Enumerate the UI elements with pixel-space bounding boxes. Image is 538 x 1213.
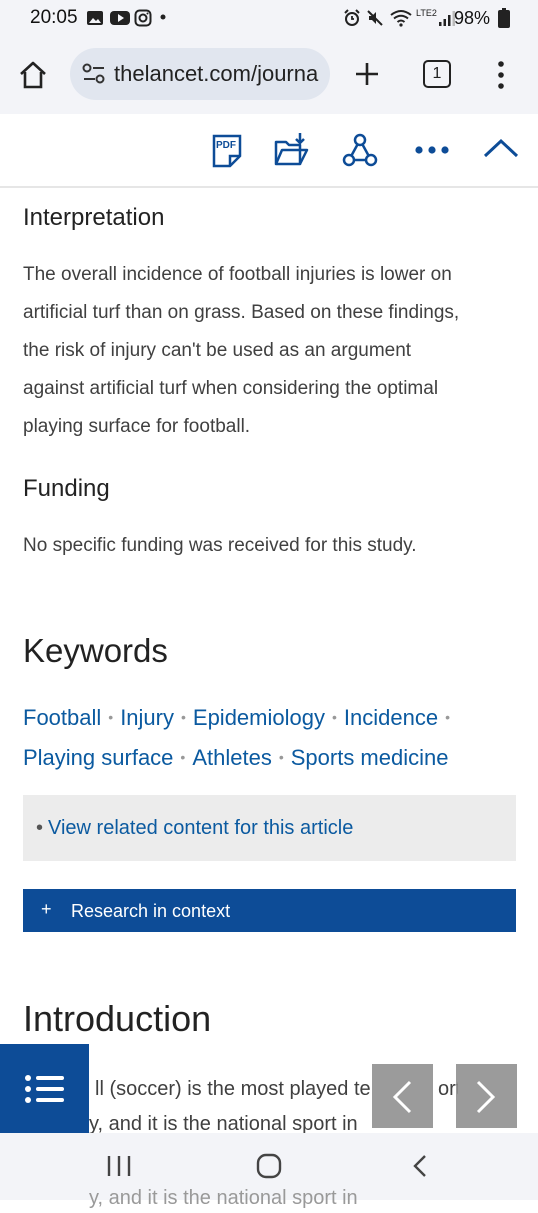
keyword-separator: •: [445, 709, 450, 725]
pdf-icon-label: PDF: [216, 140, 236, 151]
interpretation-line: playing surface for football.: [23, 416, 251, 437]
previous-article-button[interactable]: [372, 1064, 433, 1128]
keyword-separator: •: [108, 709, 114, 725]
status-time: 20:05: [30, 7, 78, 28]
introduction-line-fragment: ort: [438, 1078, 458, 1100]
instagram-icon: [134, 9, 152, 27]
chevron-up-icon[interactable]: [482, 136, 520, 160]
related-bullet: •: [36, 817, 44, 839]
keywords-heading: Keywords: [23, 632, 168, 669]
home-nav-icon[interactable]: [256, 1153, 282, 1179]
keyword-link[interactable]: Sports medicine: [291, 745, 449, 770]
notification-dot-icon: [160, 14, 166, 20]
more-options-icon[interactable]: [496, 60, 506, 90]
interpretation-paragraph: The overall incidence of football injuri…: [23, 256, 513, 446]
network-type: LTE2: [416, 8, 437, 18]
youtube-icon: [110, 11, 130, 25]
interpretation-line: against artificial turf when considering…: [23, 378, 439, 399]
recent-apps-icon[interactable]: [106, 1154, 132, 1178]
alarm-icon: [344, 9, 360, 26]
interpretation-line: the risk of injury can't be used as an a…: [23, 340, 412, 361]
related-content-box: • View related content for this article: [23, 795, 516, 861]
wifi-icon: [390, 10, 412, 27]
url-text: thelancet.com/journa: [114, 61, 319, 86]
introduction-heading: Introduction: [23, 998, 212, 1039]
more-icon[interactable]: [414, 145, 450, 155]
system-navigation-bar: y, and it is the national sport in: [0, 1133, 538, 1209]
chevron-right-icon: [476, 1080, 496, 1114]
back-icon[interactable]: [410, 1154, 430, 1178]
share-icon[interactable]: [342, 132, 378, 168]
new-tab-icon[interactable]: [354, 61, 380, 87]
keywords-row: Football • Injury • Epidemiology • Incidence •: [23, 705, 457, 731]
address-bar[interactable]: thelancet.com/journa: [70, 48, 330, 100]
funding-text: No specific funding was received for thi…: [23, 535, 417, 556]
site-settings-icon[interactable]: [82, 63, 106, 85]
keyword-separator: •: [180, 749, 186, 765]
interpretation-line: artificial turf than on grass. Based on …: [23, 302, 460, 323]
home-icon[interactable]: [18, 60, 48, 90]
gallery-icon: [87, 11, 103, 25]
keyword-separator: •: [180, 709, 186, 725]
keyword-link[interactable]: Incidence: [344, 705, 438, 730]
battery-icon: [498, 8, 510, 28]
list-icon: [25, 1075, 64, 1103]
mute-icon: [367, 10, 383, 26]
research-in-context-button[interactable]: + Research in context: [23, 889, 516, 932]
related-content-link[interactable]: View related content for this article: [48, 817, 353, 840]
interpretation-heading: Interpretation: [23, 204, 165, 231]
keyword-link[interactable]: Playing surface: [23, 745, 173, 770]
keyword-separator: •: [278, 749, 284, 765]
browser-toolbar: thelancet.com/journa 1: [0, 36, 538, 114]
chevron-left-icon: [392, 1080, 412, 1114]
article-toolbar: PDF: [0, 114, 538, 188]
next-article-button[interactable]: [456, 1064, 517, 1128]
table-of-contents-button[interactable]: [0, 1044, 89, 1133]
expand-icon: +: [41, 899, 52, 919]
introduction-line-behind-nav: y, and it is the national sport in: [89, 1187, 358, 1209]
interpretation-line: The overall incidence of football injuri…: [23, 264, 452, 285]
keyword-separator: •: [331, 709, 337, 725]
status-bar: 20:05 LTE2 98%: [0, 0, 538, 36]
download-folder-icon[interactable]: [274, 132, 310, 168]
keywords-row: Playing surface • Athletes • Sports medicine: [23, 745, 448, 771]
keyword-link[interactable]: Epidemiology: [193, 705, 325, 730]
battery-percent: 98%: [453, 8, 490, 28]
keyword-link[interactable]: Injury: [120, 705, 174, 730]
keyword-link[interactable]: Athletes: [192, 745, 272, 770]
keyword-link[interactable]: Football: [23, 705, 101, 730]
funding-heading: Funding: [23, 475, 110, 502]
tab-switcher-button[interactable]: 1: [423, 60, 451, 88]
research-in-context-label: Research in context: [71, 901, 231, 921]
pdf-button[interactable]: PDF: [212, 134, 242, 168]
